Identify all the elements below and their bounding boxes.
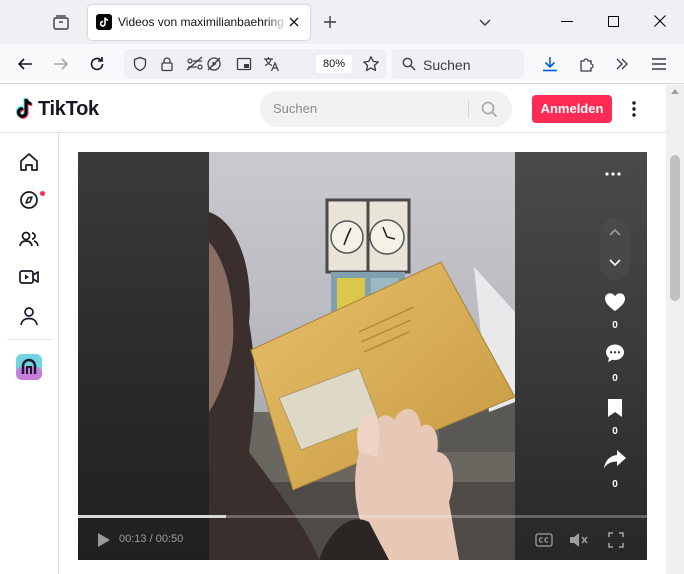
profile-icon[interactable] [18,305,40,327]
search-divider [468,100,469,118]
autoplay-blocked-icon[interactable] [206,56,222,72]
share-arrow-icon[interactable] [603,449,627,469]
tiktok-page: TikTok Suchen Anmelden 0 0 0 0 00:13 / 0… [0,85,666,574]
bookmark-star-icon[interactable] [362,55,380,73]
hamburger-menu-icon[interactable] [651,57,667,71]
translate-icon[interactable] [262,55,280,73]
tiktok-search-placeholder[interactable]: Suchen [273,101,317,116]
search-icon [402,57,416,71]
page-scrollbar[interactable] [666,85,684,574]
notification-dot [40,191,45,196]
browser-tab-bar: Videos von maximilianbaehring [0,0,684,44]
permissions-icon[interactable] [186,56,204,72]
creator-avatar[interactable] [16,354,42,380]
video-time: 00:13 / 00:50 [119,533,184,545]
explore-compass-icon[interactable] [18,189,40,211]
browser-tab-active[interactable]: Videos von maximilianbaehring [88,5,310,40]
overflow-chevrons-icon[interactable] [614,56,630,72]
save-count: 0 [612,426,618,437]
play-icon[interactable] [97,532,111,548]
firefox-view-icon[interactable] [52,13,70,31]
tab-title: Videos von maximilianbaehring [118,15,288,29]
tiktok-search-box[interactable]: Suchen [260,91,512,127]
forward-arrow-icon[interactable] [52,55,70,73]
live-video-icon[interactable] [18,266,40,288]
back-arrow-icon[interactable] [16,55,34,73]
video-frame[interactable] [209,152,515,560]
browser-nav-bar: 80% Suchen [0,44,684,84]
more-options-icon[interactable] [632,100,636,118]
scroll-up-arrow-icon[interactable] [671,89,679,94]
browser-search-bar[interactable]: Suchen [392,49,524,79]
scrollbar-thumb[interactable] [670,155,680,301]
like-heart-icon[interactable] [604,292,626,312]
minimize-icon[interactable] [561,21,573,23]
sidebar-divider [7,339,51,340]
tiktok-wordmark[interactable]: TikTok [38,98,99,121]
close-tab-icon[interactable] [287,15,301,29]
tiktok-sidebar [0,133,59,574]
maximize-icon[interactable] [608,16,619,27]
browser-search-placeholder: Suchen [423,57,471,73]
url-bar[interactable]: 80% [124,49,386,79]
like-count: 0 [612,320,618,331]
search-icon[interactable] [481,101,498,118]
home-icon[interactable] [18,151,40,173]
video-blur-background-right [515,152,647,560]
mute-speaker-icon[interactable] [569,532,589,548]
tiktok-logo-icon[interactable] [14,97,36,121]
login-button[interactable]: Anmelden [532,95,612,123]
fullscreen-icon[interactable] [608,532,624,548]
captions-cc-icon[interactable] [535,533,553,547]
tracking-protection-shield-icon[interactable] [132,56,148,72]
tab-list-chevron-icon[interactable] [478,15,492,29]
reload-icon[interactable] [88,55,106,73]
picture-in-picture-icon[interactable] [236,56,252,72]
share-count: 0 [612,479,618,490]
previous-video-chevron-up-icon[interactable] [608,227,622,237]
comment-count: 0 [612,373,618,384]
comment-bubble-icon[interactable] [605,343,625,363]
video-blur-background-left [78,152,209,560]
downloads-icon[interactable] [541,55,559,73]
zoom-level-indicator[interactable]: 80% [316,55,352,73]
extensions-puzzle-icon[interactable] [578,55,596,73]
video-more-options-icon[interactable] [605,172,621,176]
tiktok-favicon-icon [96,14,112,30]
lock-icon[interactable] [159,56,175,72]
new-tab-icon[interactable] [322,14,338,30]
following-users-icon[interactable] [18,228,40,250]
video-progress-fill [78,515,226,518]
bookmark-save-icon[interactable] [607,398,623,418]
next-video-chevron-down-icon[interactable] [608,258,622,268]
tiktok-header: TikTok Suchen Anmelden [0,85,666,133]
video-progress-bar[interactable] [78,515,647,518]
close-window-icon[interactable] [654,15,666,27]
video-player[interactable]: 0 0 0 0 00:13 / 00:50 [78,152,647,560]
